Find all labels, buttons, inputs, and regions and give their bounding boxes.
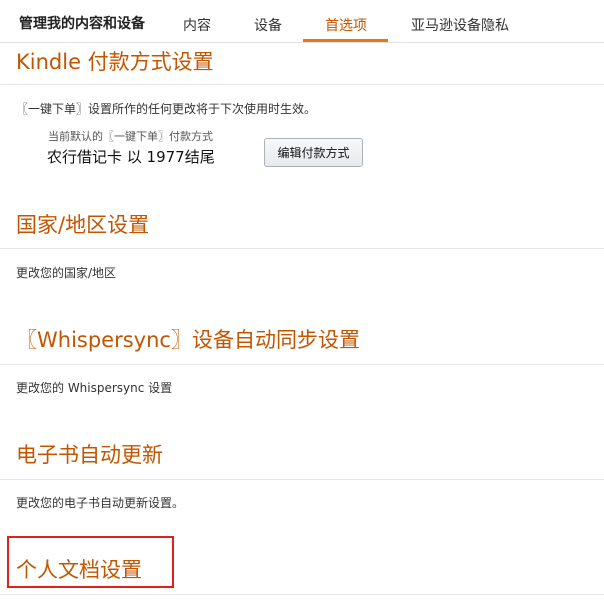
top-nav: 管理我的内容和设备 内容 设备 首选项 亚马逊设备隐私 xyxy=(0,0,604,43)
section-divider xyxy=(0,479,604,480)
ebook-update-heading[interactable]: 电子书自动更新 xyxy=(16,445,163,466)
tab-device-privacy[interactable]: 亚马逊设备隐私 xyxy=(411,15,509,35)
ebook-update-description: 更改您的电子书自动更新设置。 xyxy=(16,496,185,510)
current-payment-value: 农行借记卡 以 1977结尾 xyxy=(47,148,215,166)
kindle-payment-heading[interactable]: Kindle 付款方式设置 xyxy=(16,52,214,73)
current-payment-label: 当前默认的〖一键下单〗付款方式 xyxy=(48,130,213,143)
section-divider xyxy=(0,594,604,595)
edit-payment-button[interactable]: 编辑付款方式 xyxy=(264,138,363,167)
section-divider xyxy=(0,248,604,249)
whispersync-description: 更改您的 Whispersync 设置 xyxy=(16,381,173,395)
nav-title: 管理我的内容和设备 xyxy=(19,16,145,32)
active-tab-indicator xyxy=(303,39,388,42)
tab-preferences[interactable]: 首选项 xyxy=(325,15,367,35)
country-heading[interactable]: 国家/地区设置 xyxy=(16,215,149,236)
kindle-payment-description: 〖一键下单〗设置所作的任何更改将于下次使用时生效。 xyxy=(16,102,317,116)
tab-devices[interactable]: 设备 xyxy=(254,15,282,35)
section-divider xyxy=(0,364,604,365)
personal-docs-heading[interactable]: 个人文档设置 xyxy=(16,560,142,581)
section-divider xyxy=(0,84,604,85)
country-description: 更改您的国家/地区 xyxy=(16,266,117,280)
whispersync-heading[interactable]: 〖Whispersync〗设备自动同步设置 xyxy=(16,330,360,351)
tab-content[interactable]: 内容 xyxy=(183,15,211,35)
preferences-page: 管理我的内容和设备 内容 设备 首选项 亚马逊设备隐私 Kindle 付款方式设… xyxy=(0,0,604,605)
